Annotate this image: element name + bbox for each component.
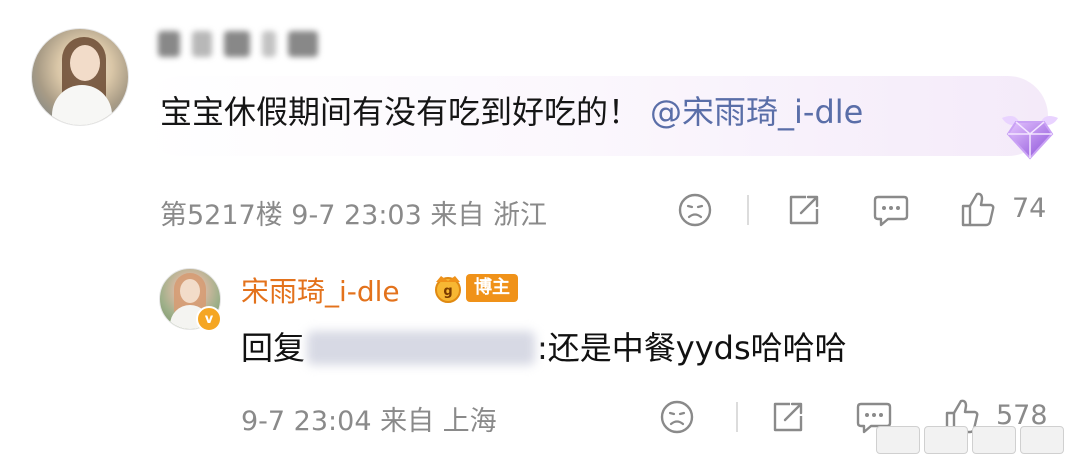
reply-author-name[interactable]: 宋雨琦_i-dle [241,270,400,310]
reply-meta: 9-7 23:04 来自 上海 [241,406,497,437]
share-icon[interactable] [786,192,822,228]
comment-icon[interactable] [872,192,910,228]
like-icon[interactable] [960,190,996,228]
replied-username-blurred[interactable] [307,331,536,365]
reply-prefix: 回复 [241,329,306,367]
dislike-icon[interactable] [677,192,713,228]
verified-v-icon: v [196,306,222,332]
comment-content: 宝宝休假期间有没有吃到好吃的！ @宋雨琦_i-dle [160,92,863,132]
crown-icon: g [435,276,461,303]
watermark [876,426,1064,454]
comment-like-count: 74 [1012,193,1047,224]
comment-text: 宝宝休假期间有没有吃到好吃的！ [160,93,641,131]
reply-action-divider [736,402,738,432]
svg-text:g: g [443,284,452,299]
reply-content: 回复 :还是中餐yyds哈哈哈 [241,327,847,369]
commenter-avatar[interactable] [31,28,129,126]
reply-dislike-icon[interactable] [659,399,695,435]
blogger-badge: g 博主 [430,272,518,304]
action-divider [747,195,749,225]
diamond-fan-badge-icon[interactable] [998,104,1062,162]
commenter-username-blurred[interactable] [158,24,326,64]
comment-meta: 第5217楼 9-7 23:03 来自 浙江 [160,200,547,231]
comment-mention-link[interactable]: @宋雨琦_i-dle [650,93,863,131]
reply-share-icon[interactable] [770,399,806,435]
reply-body: :还是中餐yyds哈哈哈 [537,329,847,367]
blogger-badge-label: 博主 [466,274,518,302]
